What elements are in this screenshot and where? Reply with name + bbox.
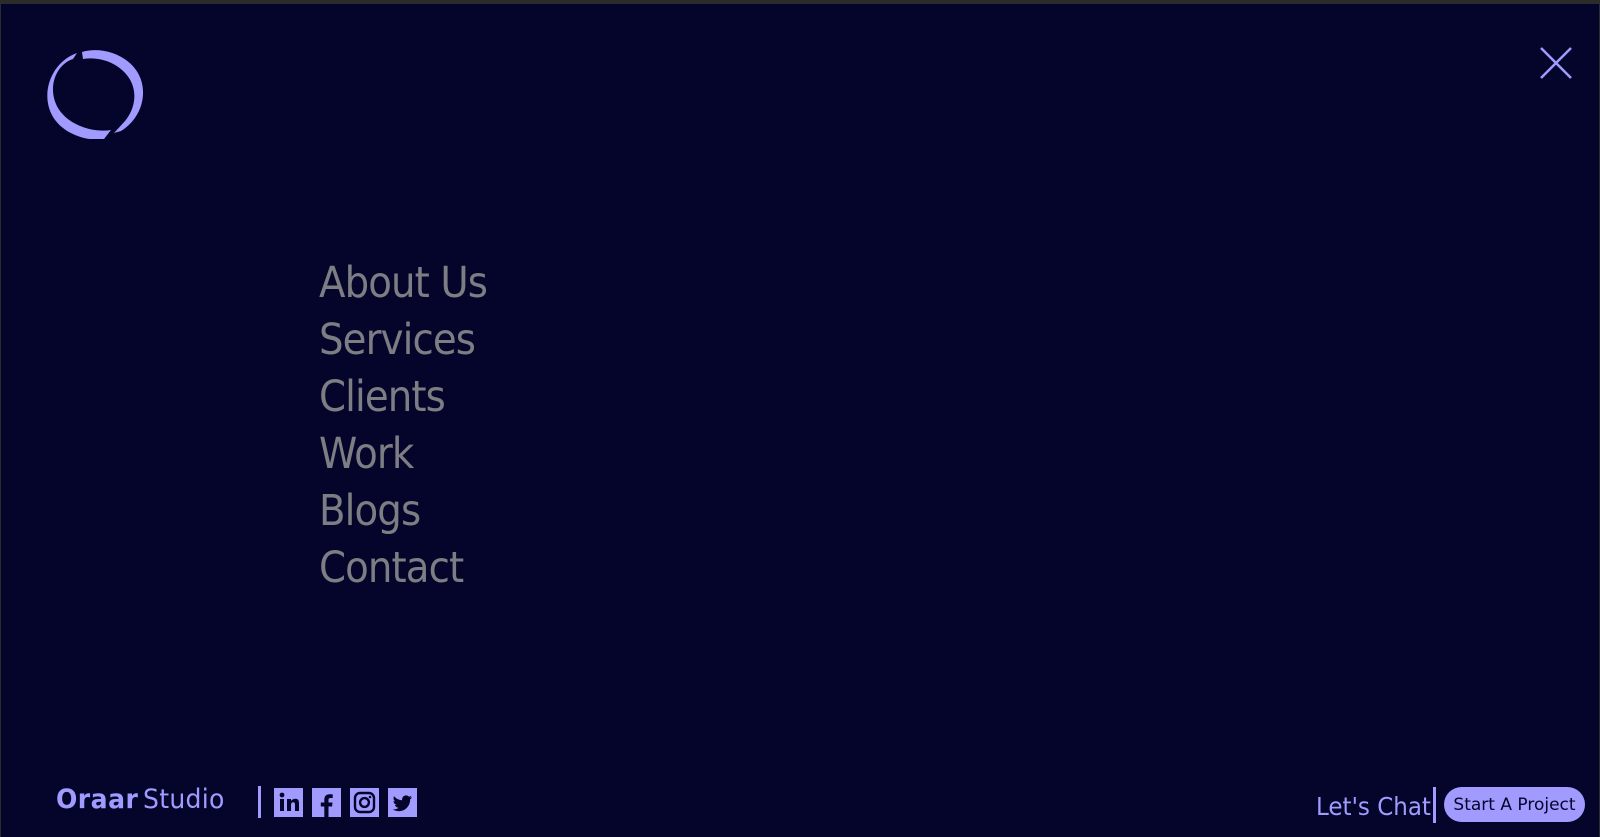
menu-item-clients[interactable]: Clients [319,369,487,426]
facebook-glyph-icon [320,794,333,817]
brand-logo-icon[interactable] [47,47,143,139]
close-icon[interactable] [1538,45,1574,81]
main-menu: About Us Services Clients Work Blogs Con… [319,255,506,597]
lets-chat-link[interactable]: Let's Chat [1316,790,1431,824]
instagram-icon[interactable] [350,788,379,817]
instagram-glyph-icon [353,791,376,814]
brand-primary-text: Oraar [56,784,139,815]
footer-brand[interactable]: Oraar Studio [56,784,225,816]
twitter-icon[interactable] [388,788,417,817]
footer-separator [258,786,261,818]
menu-item-contact[interactable]: Contact [319,540,487,597]
menu-item-blogs[interactable]: Blogs [319,483,487,540]
start-project-button[interactable]: Start A Project [1444,787,1585,822]
facebook-icon[interactable] [312,788,341,817]
menu-item-work[interactable]: Work [319,426,487,483]
menu-item-about-us[interactable]: About Us [319,255,488,312]
navigation-overlay [1,4,1599,837]
brand-secondary-text: Studio [142,784,225,815]
browser-frame: About Us Services Clients Work Blogs Con… [0,0,1600,837]
menu-item-services[interactable]: Services [319,312,487,369]
twitter-glyph-icon [392,795,412,812]
chat-separator [1433,787,1436,823]
linkedin-glyph-icon [279,792,299,811]
linkedin-icon[interactable] [274,788,303,817]
